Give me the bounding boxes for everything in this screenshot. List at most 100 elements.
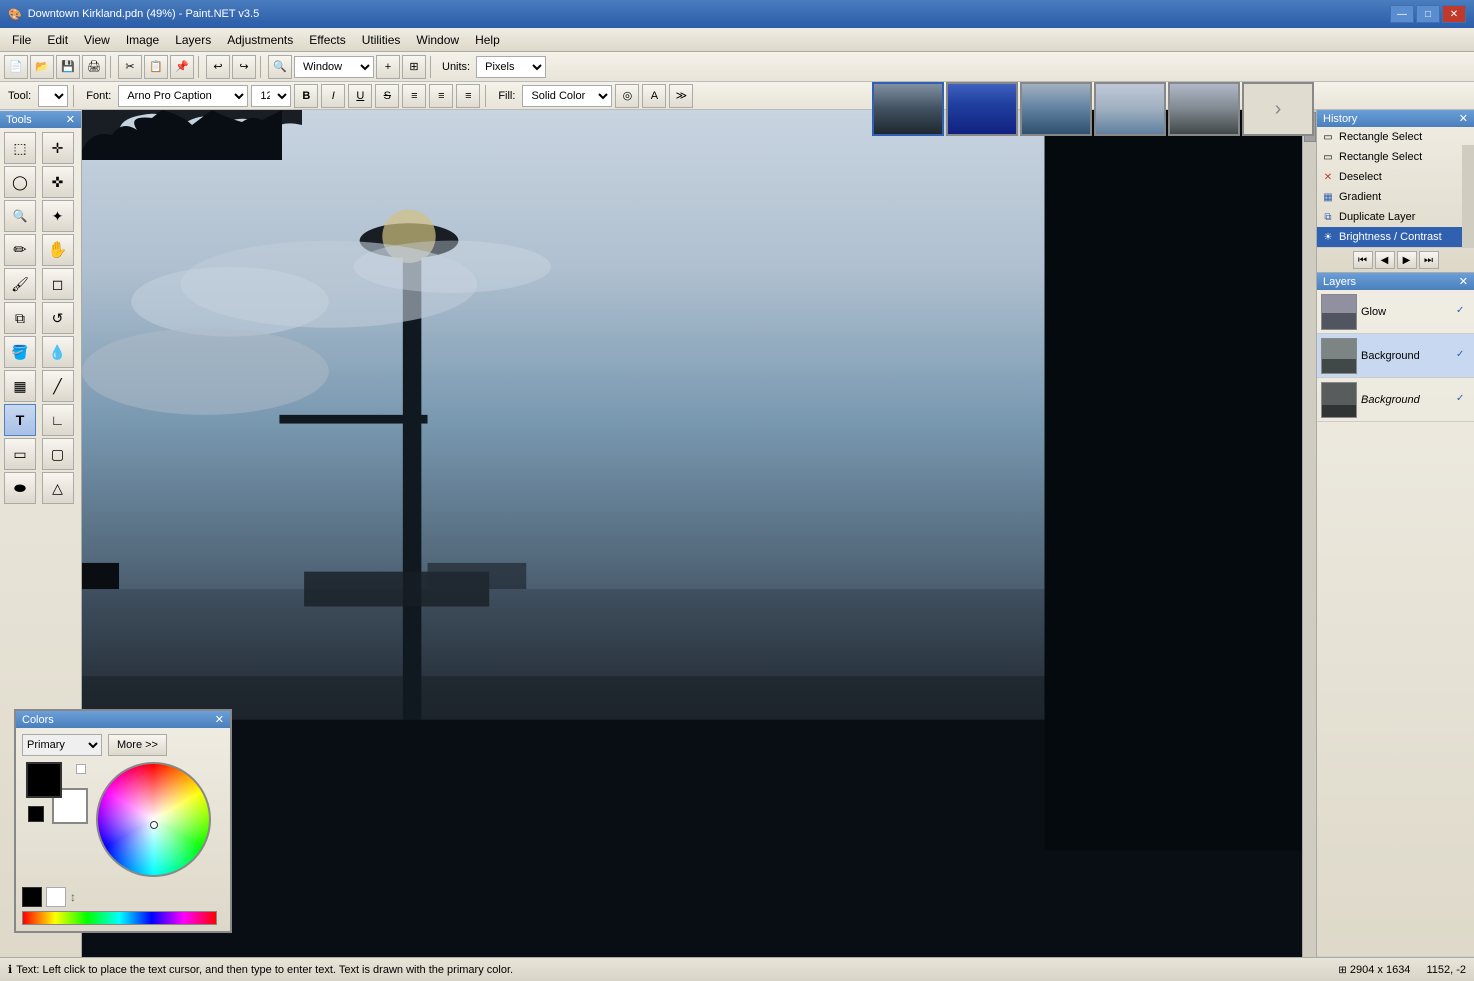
menu-adjustments[interactable]: Adjustments [219, 29, 301, 51]
tool-text[interactable]: T [4, 404, 36, 436]
more-colors-button[interactable]: More >> [108, 734, 167, 756]
tool-rect-select[interactable]: ⬚ [4, 132, 36, 164]
history-item-5[interactable]: ☀ Brightness / Contrast [1317, 227, 1474, 247]
italic-button[interactable]: I [321, 84, 345, 108]
save-button[interactable]: 💾 [56, 55, 80, 79]
tool-recolor[interactable]: ↺ [42, 302, 74, 334]
layer-background[interactable]: Background ✓ [1317, 334, 1474, 378]
menu-image[interactable]: Image [118, 29, 167, 51]
title-bar-controls[interactable]: — □ ✕ [1390, 5, 1466, 23]
maximize-button[interactable]: □ [1416, 5, 1440, 23]
tool-magic-wand[interactable]: ✦ [42, 200, 74, 232]
thumb-5[interactable] [1168, 82, 1240, 136]
font-select[interactable]: Arno Pro Caption [118, 85, 248, 107]
menu-file[interactable]: File [4, 29, 39, 51]
history-item-4[interactable]: ⧉ Duplicate Layer [1317, 207, 1474, 227]
thumb-2[interactable] [946, 82, 1018, 136]
tool-move[interactable]: ✛ [42, 132, 74, 164]
tool-gradient[interactable]: ▦ [4, 370, 36, 402]
black-color-btn[interactable] [22, 887, 42, 907]
tool-pencil[interactable]: ✏ [4, 234, 36, 266]
canvas-vscroll[interactable] [1302, 110, 1316, 967]
strikethrough-button[interactable]: S [375, 84, 399, 108]
tool-line[interactable]: ╱ [42, 370, 74, 402]
copy-button[interactable]: 📋 [144, 55, 168, 79]
window-select[interactable]: Window [294, 56, 374, 78]
text-rendering-btn2[interactable]: ≫ [669, 84, 693, 108]
history-item-3[interactable]: ▦ Gradient [1317, 187, 1474, 207]
history-last-btn[interactable]: ⏭ [1419, 251, 1439, 269]
history-first-btn[interactable]: ⏮ [1353, 251, 1373, 269]
paste-button[interactable]: 📌 [170, 55, 194, 79]
bold-button[interactable]: B [294, 84, 318, 108]
close-button[interactable]: ✕ [1442, 5, 1466, 23]
tool-rounded-rect[interactable]: ▢ [42, 438, 74, 470]
tool-select[interactable]: T [38, 85, 68, 107]
history-scrollbar[interactable] [1462, 145, 1474, 247]
tool-shapes[interactable]: ∟ [42, 404, 74, 436]
history-item-2[interactable]: ✕ Deselect [1317, 167, 1474, 187]
layer-background-visible[interactable]: ✓ [1456, 349, 1470, 363]
fill-select[interactable]: Solid Color [522, 85, 612, 107]
tool-zoom[interactable]: 🔍 [4, 200, 36, 232]
minimize-button[interactable]: — [1390, 5, 1414, 23]
tool-move-sel[interactable]: ✜ [42, 166, 74, 198]
tool-ellipse[interactable]: ⬬ [4, 472, 36, 504]
tool-clone[interactable]: ⧉ [4, 302, 36, 334]
layer-background-italic[interactable]: Background ✓ [1317, 378, 1474, 422]
tool-paintbrush[interactable]: 🖌 [4, 268, 36, 300]
tool-bucket[interactable]: 🪣 [4, 336, 36, 368]
menu-view[interactable]: View [76, 29, 118, 51]
align-right-button[interactable]: ≡ [456, 84, 480, 108]
menu-layers[interactable]: Layers [167, 29, 219, 51]
antialiasing-button[interactable]: ◎ [615, 84, 639, 108]
thumb-add[interactable]: › [1242, 82, 1314, 136]
align-left-button[interactable]: ≡ [402, 84, 426, 108]
layer-glow-visible[interactable]: ✓ [1456, 305, 1470, 319]
new-button[interactable]: 📄 [4, 55, 28, 79]
grid-button[interactable]: ⊞ [402, 55, 426, 79]
align-center-button[interactable]: ≡ [429, 84, 453, 108]
menu-help[interactable]: Help [467, 29, 508, 51]
colors-close-icon[interactable]: ✕ [215, 713, 224, 726]
cut-button[interactable]: ✂ [118, 55, 142, 79]
print-button[interactable]: 🖨 [82, 55, 106, 79]
tool-lasso[interactable]: ◯ [4, 166, 36, 198]
color-mode-select[interactable]: Primary Secondary [22, 734, 102, 756]
layer-glow[interactable]: Glow ✓ [1317, 290, 1474, 334]
zoom-in-button[interactable]: + [376, 55, 400, 79]
menu-utilities[interactable]: Utilities [354, 29, 409, 51]
font-size-select[interactable]: 12 [251, 85, 291, 107]
history-item-1[interactable]: ▭ Rectangle Select [1317, 147, 1474, 167]
layers-close-icon[interactable]: ✕ [1459, 275, 1468, 288]
layer-background-italic-visible[interactable]: ✓ [1456, 393, 1470, 407]
tool-hand[interactable]: ✋ [42, 234, 74, 266]
primary-color-swatch[interactable] [26, 762, 62, 798]
color-spectrum-bar[interactable] [22, 911, 217, 925]
open-button[interactable]: 📂 [30, 55, 54, 79]
history-item-0[interactable]: ▭ Rectangle Select [1317, 127, 1474, 147]
tool-rectangle[interactable]: ▭ [4, 438, 36, 470]
underline-button[interactable]: U [348, 84, 372, 108]
history-close-icon[interactable]: ✕ [1459, 112, 1468, 125]
redo-button[interactable]: ↪ [232, 55, 256, 79]
tools-close-icon[interactable]: ✕ [66, 113, 75, 126]
menu-edit[interactable]: Edit [39, 29, 76, 51]
zoom-out-button[interactable]: 🔍 [268, 55, 292, 79]
tool-eraser[interactable]: ◻ [42, 268, 74, 300]
text-render-button[interactable]: A [642, 84, 666, 108]
history-next-btn[interactable]: ▶ [1397, 251, 1417, 269]
white-color-btn[interactable] [46, 887, 66, 907]
thumb-4[interactable] [1094, 82, 1166, 136]
thumb-3[interactable] [1020, 82, 1092, 136]
color-wheel[interactable] [96, 762, 211, 877]
history-prev-btn[interactable]: ◀ [1375, 251, 1395, 269]
menu-effects[interactable]: Effects [301, 29, 353, 51]
tool-eyedropper[interactable]: 💧 [42, 336, 74, 368]
units-select[interactable]: Pixels [476, 56, 546, 78]
thumb-1[interactable] [872, 82, 944, 136]
tool-freeform[interactable]: △ [42, 472, 74, 504]
menu-window[interactable]: Window [408, 29, 467, 51]
undo-button[interactable]: ↩ [206, 55, 230, 79]
canvas-area[interactable] [82, 110, 1316, 981]
